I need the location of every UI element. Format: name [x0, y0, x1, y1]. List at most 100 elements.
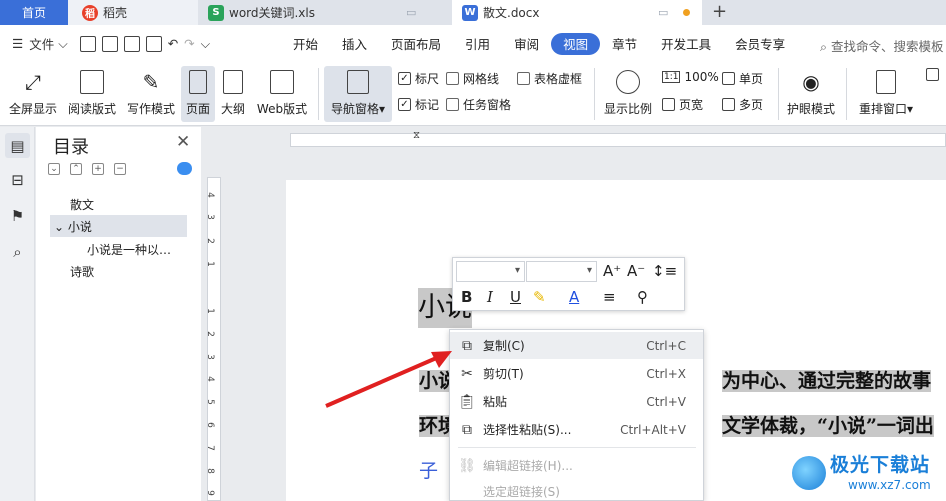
- tab-xls-label: word关键词.xls: [229, 6, 315, 20]
- tab-daoke-label: 稻壳: [103, 6, 128, 20]
- monitor-icon: ▭: [406, 6, 417, 19]
- menu-item-copy[interactable]: ⧉ 复制(C) Ctrl+C: [450, 332, 703, 359]
- navigation-pane-button[interactable]: 导航窗格▾: [324, 66, 392, 122]
- redo-icon[interactable]: ↷: [184, 36, 194, 51]
- toc-toolbar: ⌄ ⌃ + −: [48, 163, 126, 175]
- paragraph-hyperlink[interactable]: 子: [419, 456, 438, 483]
- ruler-checkbox[interactable]: ✓ 标尺: [398, 70, 439, 87]
- marks-checkbox[interactable]: ✓ 标记: [398, 96, 439, 113]
- outline-button[interactable]: 大纲: [219, 70, 247, 117]
- format-painter-icon[interactable]: ⚲: [637, 288, 648, 306]
- watermark: 极光下载站 www.xz7.com: [790, 448, 946, 501]
- print-icon[interactable]: [123, 35, 140, 52]
- horizontal-ruler[interactable]: ⧖: [202, 127, 946, 151]
- font-color-icon[interactable]: A: [569, 288, 579, 306]
- underline-icon[interactable]: U: [510, 288, 521, 306]
- bold-icon[interactable]: B: [461, 288, 472, 306]
- menu-item-cut[interactable]: ✂ 剪切(T) Ctrl+X: [450, 360, 703, 387]
- font-size-select[interactable]: ▾: [526, 261, 597, 282]
- tab-developer[interactable]: 开发工具: [649, 33, 723, 55]
- ruler-strip-h: [290, 133, 946, 147]
- align-icon[interactable]: ≡: [603, 288, 616, 306]
- menu-item-select-hyperlink[interactable]: 选定超链接(S): [450, 478, 703, 501]
- bookmark-icon[interactable]: ⚑: [9, 207, 26, 225]
- page-width-button[interactable]: 页宽: [662, 96, 703, 113]
- tab-reference[interactable]: 引用: [453, 33, 502, 55]
- checkbox-box: [446, 72, 459, 85]
- link-icon: ⛓: [458, 457, 476, 474]
- italic-icon[interactable]: I: [487, 288, 493, 306]
- more-tools-icon[interactable]: [926, 68, 943, 81]
- expand-all-icon[interactable]: ⌄: [48, 163, 60, 175]
- toc-item-essay[interactable]: 散文: [70, 196, 94, 213]
- shrink-font-icon[interactable]: A⁻: [627, 262, 645, 280]
- add-heading-icon[interactable]: +: [92, 163, 104, 175]
- zoom-ratio-button[interactable]: 显示比例: [602, 70, 654, 117]
- tab-view[interactable]: 视图: [551, 32, 601, 55]
- multi-page-button[interactable]: 多页: [722, 96, 763, 113]
- new-tab-icon[interactable]: +: [712, 1, 727, 22]
- chapter-nav-icon[interactable]: ⊟: [9, 171, 26, 189]
- menu-item-paste-special[interactable]: ⧉ 选择性粘贴(S)... Ctrl+Alt+V: [450, 416, 703, 443]
- tab-page-layout[interactable]: 页面布局: [379, 33, 453, 55]
- grow-font-icon[interactable]: A⁺: [603, 262, 621, 280]
- toc-item-novel-sub[interactable]: 小说是一种以…: [87, 241, 171, 258]
- tab-daoke[interactable]: 稻 稻壳: [68, 0, 198, 25]
- hamburger-icon[interactable]: ☰: [12, 36, 23, 51]
- command-search[interactable]: ⌕ 查找命令、搜索模板: [820, 36, 944, 55]
- toc-item-novel[interactable]: ⌄ 小说: [50, 215, 187, 237]
- window-icon: [876, 70, 896, 94]
- smart-toc-icon[interactable]: [177, 162, 192, 175]
- eye-mode-button[interactable]: ◉ 护眼模式: [784, 70, 838, 117]
- tab-insert[interactable]: 插入: [330, 33, 379, 55]
- zoom-100-button[interactable]: 1:1 100%: [662, 70, 719, 84]
- indent-marker-icon[interactable]: ⧖: [413, 130, 420, 141]
- page-icon: [189, 70, 207, 94]
- collapse-all-icon[interactable]: ⌃: [70, 163, 82, 175]
- gridlines-checkbox[interactable]: 网格线: [446, 70, 499, 87]
- rearrange-window-button[interactable]: 重排窗口▾: [854, 70, 918, 117]
- print-preview-icon[interactable]: [145, 35, 162, 52]
- ruler-number: 3: [204, 214, 215, 220]
- task-pane-checkbox[interactable]: 任务窗格: [446, 96, 511, 113]
- table-lines-checkbox[interactable]: 表格虚框: [517, 70, 582, 87]
- tab-chapter[interactable]: 章节: [600, 33, 649, 55]
- menu-item-edit-hyperlink[interactable]: ⛓ 编辑超链接(H)...: [450, 452, 703, 479]
- close-icon[interactable]: ✕: [176, 132, 190, 152]
- fullscreen-button[interactable]: ⤢ 全屏显示: [8, 70, 58, 117]
- tab-start[interactable]: 开始: [281, 33, 330, 55]
- tab-doc[interactable]: W 散文.docx ▭: [452, 0, 702, 25]
- remove-heading-icon[interactable]: −: [114, 163, 126, 175]
- search-icon: ⌕: [820, 39, 828, 54]
- tab-home[interactable]: 首页: [0, 0, 68, 25]
- undo-icon[interactable]: ↶: [168, 36, 178, 51]
- font-name-select[interactable]: ▾: [456, 261, 525, 282]
- writing-mode-button[interactable]: ✎ 写作模式: [125, 70, 177, 117]
- save-icon[interactable]: [79, 35, 96, 52]
- mini-format-toolbar: ▾ ▾ A⁺ A⁻ ↕≡ B I U ✎ A ≡ ⚲: [452, 257, 685, 311]
- search-icon[interactable]: ⌕: [9, 243, 26, 261]
- line-spacing-icon[interactable]: ↕≡: [652, 262, 677, 280]
- ruler-strip-v: [207, 177, 221, 501]
- tab-review[interactable]: 审阅: [502, 33, 551, 55]
- menu-item-paste[interactable]: 📋︎ 粘贴 Ctrl+V: [450, 388, 703, 415]
- menu-bar: ☰ 文件 ⌵ ↶ ↷ ⌵ 开始 插入 页面布局 引用 审阅 视图 章节 开发工具…: [0, 25, 946, 62]
- book-icon: [80, 70, 104, 94]
- highlight-icon[interactable]: ✎: [533, 288, 546, 306]
- web-layout-button[interactable]: Web版式: [254, 70, 310, 117]
- file-menu[interactable]: 文件 ⌵: [29, 34, 67, 53]
- toc-panel-icon[interactable]: ▤: [5, 133, 30, 158]
- tab-xls[interactable]: S word关键词.xls ▭: [200, 0, 448, 25]
- tab-home-label: 首页: [21, 6, 46, 20]
- left-sidebar: ▤ ⊟ ⚑ ⌕: [0, 127, 35, 501]
- export-pdf-icon[interactable]: [101, 35, 118, 52]
- quick-access-dropdown-icon[interactable]: ⌵: [201, 36, 210, 52]
- reading-layout-button[interactable]: 阅读版式: [66, 70, 118, 117]
- ruler-number: 5: [204, 399, 215, 405]
- single-page-button[interactable]: 单页: [722, 70, 763, 87]
- single-page-icon: [722, 72, 735, 85]
- list-icon: [347, 70, 369, 94]
- tab-member[interactable]: 会员专享: [723, 33, 797, 55]
- page-view-button[interactable]: 页面: [181, 66, 215, 122]
- toc-item-poetry[interactable]: 诗歌: [70, 263, 94, 280]
